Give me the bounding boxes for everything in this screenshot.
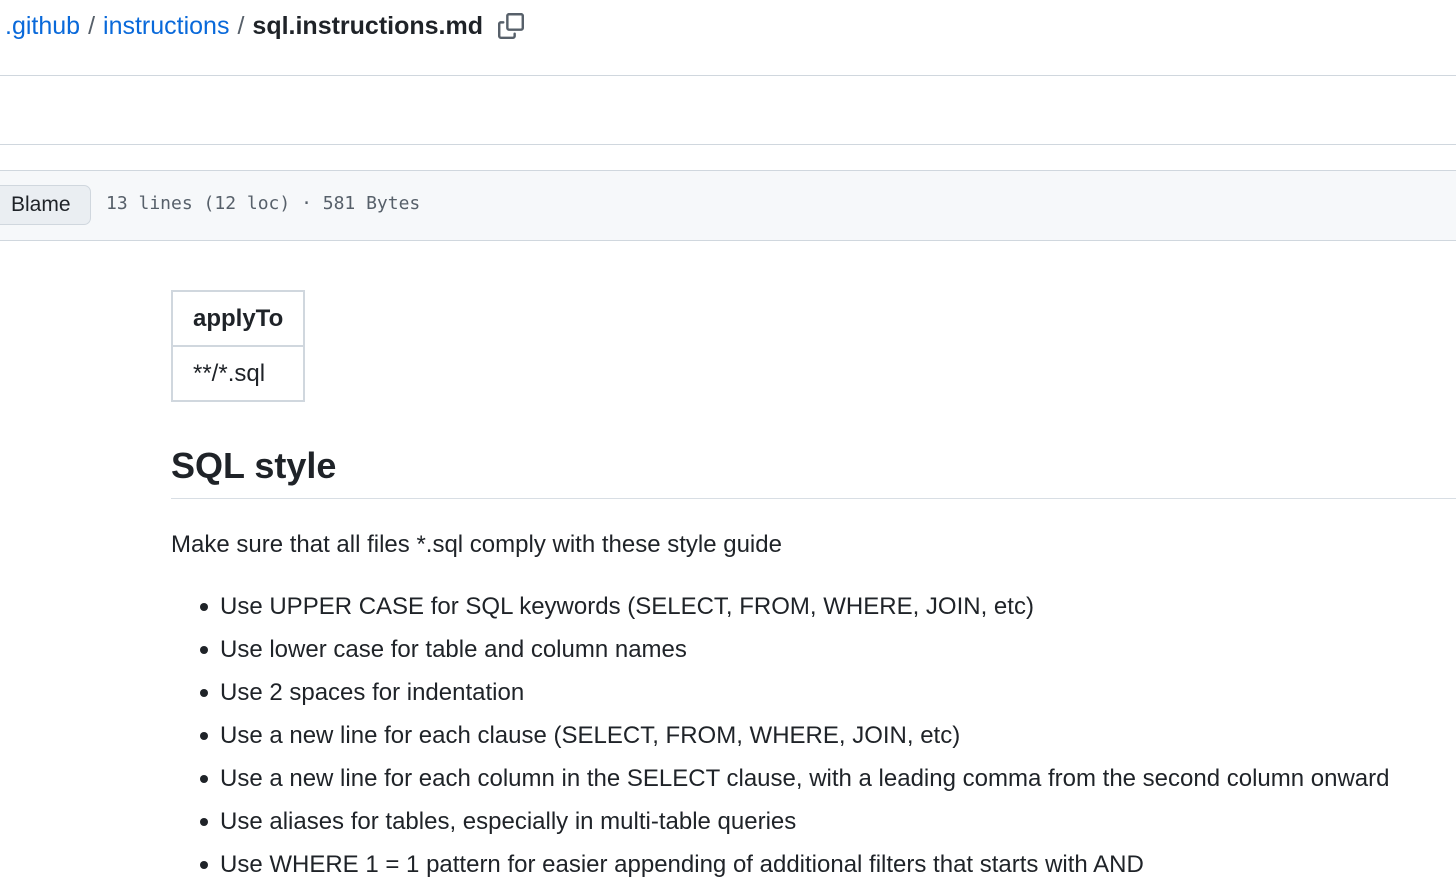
list-item-text: Use aliases for tables, especially in mu…: [220, 808, 797, 835]
list-item: Use lower case for table and column name…: [171, 633, 1456, 676]
list-item: Use WHERE 1 = 1 pattern for easier appen…: [171, 848, 1456, 891]
bullet: [200, 689, 208, 697]
table-header-row: applyTo: [170, 290, 306, 347]
copy-icon: [498, 13, 524, 39]
breadcrumb-header: .github / instructions / sql.instruction…: [0, 0, 1456, 76]
breadcrumb-link-instructions[interactable]: instructions: [103, 9, 229, 43]
table-row: **/*.sql: [170, 345, 306, 402]
empty-band: [0, 76, 1456, 145]
list-item: Use a new line for each clause (SELECT, …: [171, 719, 1456, 762]
bullet: [200, 646, 208, 654]
table-cell: **/*.sql: [170, 345, 306, 402]
markdown-body: applyTo **/*.sql SQL style Make sure tha…: [170, 290, 1456, 878]
list-item-text: Use WHERE 1 = 1 pattern for easier appen…: [220, 851, 1144, 878]
bullet: [200, 732, 208, 740]
file-info: 13 lines (12 loc) · 581 Bytes: [106, 193, 421, 214]
list-item-text: Use a new line for each clause (SELECT, …: [220, 722, 961, 749]
breadcrumb-separator: /: [237, 12, 245, 40]
bullet: [200, 603, 208, 611]
style-rules-list: Use UPPER CASE for SQL keywords (SELECT,…: [171, 590, 1456, 891]
bullet: [200, 861, 208, 869]
list-item-text: Use UPPER CASE for SQL keywords (SELECT,…: [220, 593, 1034, 620]
list-item: Use a new line for each column in the SE…: [171, 762, 1456, 805]
bullet: [200, 775, 208, 783]
breadcrumb-current-file: sql.instructions.md: [252, 12, 484, 40]
list-item: Use aliases for tables, especially in mu…: [171, 805, 1456, 848]
file-toolbar: Blame 13 lines (12 loc) · 581 Bytes: [0, 170, 1456, 241]
list-item-text: Use lower case for table and column name…: [220, 636, 687, 663]
breadcrumb-separator: /: [88, 12, 96, 40]
intro-paragraph: Make sure that all files *.sql comply wi…: [171, 531, 782, 558]
copy-path-button[interactable]: [494, 9, 528, 43]
list-item: Use UPPER CASE for SQL keywords (SELECT,…: [171, 590, 1456, 633]
bullet: [200, 818, 208, 826]
table-header-cell: applyTo: [170, 290, 306, 347]
list-item: Use 2 spaces for indentation: [171, 676, 1456, 719]
section-heading: SQL style: [171, 446, 1456, 499]
blame-button[interactable]: Blame: [0, 185, 91, 225]
breadcrumb-link-github[interactable]: .github: [5, 9, 80, 43]
breadcrumb: .github / instructions / sql.instruction…: [5, 9, 483, 43]
list-item-text: Use a new line for each column in the SE…: [220, 765, 1390, 792]
file-view-page: .github / instructions / sql.instruction…: [0, 0, 1456, 896]
frontmatter-table: applyTo **/*.sql: [170, 290, 306, 402]
list-item-text: Use 2 spaces for indentation: [220, 679, 525, 706]
